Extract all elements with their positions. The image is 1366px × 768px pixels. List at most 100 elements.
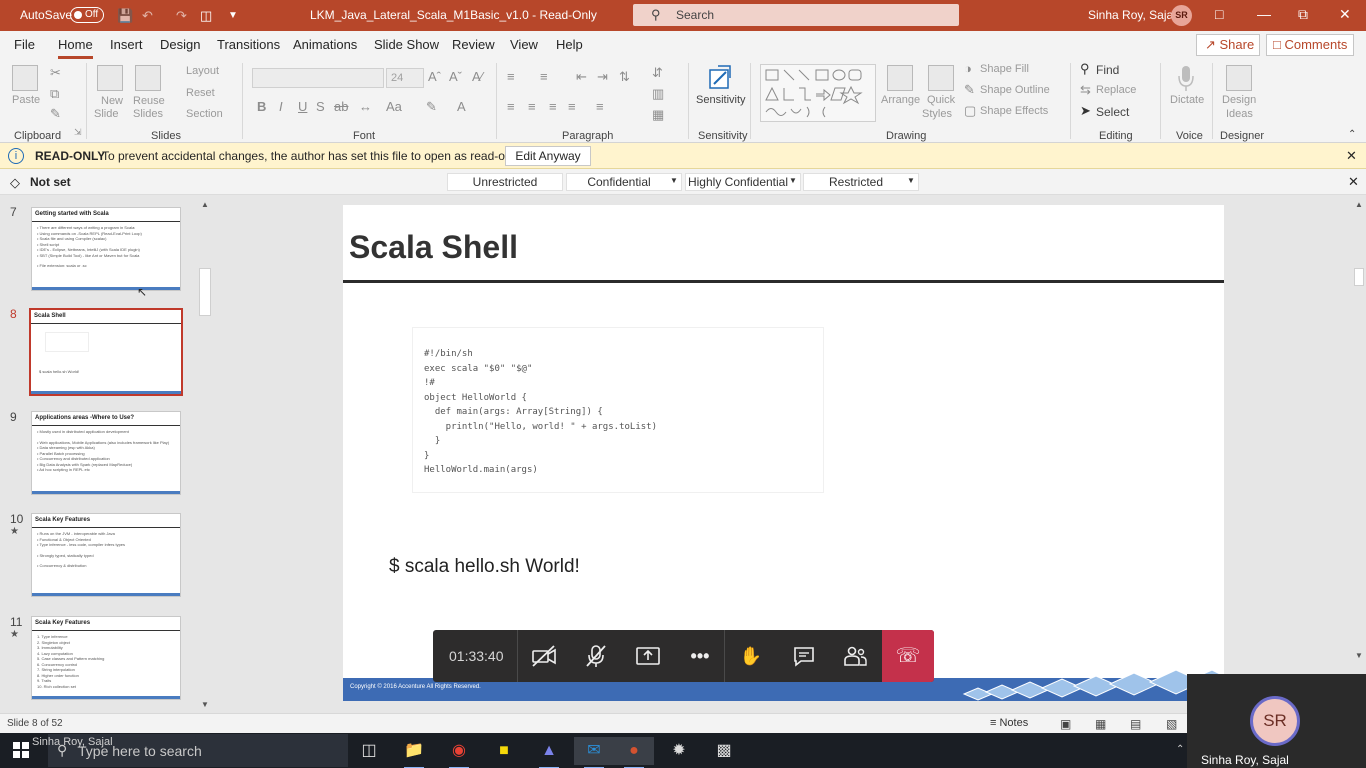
sensitivity-icon[interactable] xyxy=(708,64,732,90)
chrome-icon[interactable]: ◉ xyxy=(439,737,479,768)
close-icon[interactable]: ✕ xyxy=(1339,6,1351,23)
line-spacing-icon[interactable]: ⇅ xyxy=(619,69,630,85)
restore-icon[interactable]: ⧉ xyxy=(1298,6,1308,23)
collapse-ribbon-icon[interactable]: ⌃ xyxy=(1348,129,1356,140)
shapes-gallery[interactable] xyxy=(760,64,876,122)
tab-design[interactable]: Design xyxy=(160,37,200,52)
task-view-icon[interactable]: ◫ xyxy=(349,737,389,765)
slide-thumbnail-11[interactable]: Scala Key Features 1. Type inference 2. … xyxy=(31,616,181,700)
shape-outline-button[interactable]: Shape Outline xyxy=(980,84,1050,96)
close-icon[interactable]: ✕ xyxy=(1348,174,1359,190)
new-slide-label-2[interactable]: Slide xyxy=(94,108,118,120)
user-avatar[interactable]: SR xyxy=(1171,5,1192,26)
new-slide-label[interactable]: New xyxy=(101,95,123,107)
align-text-icon[interactable]: ▥ xyxy=(652,86,664,102)
paste-button[interactable]: Paste xyxy=(12,94,40,106)
customize-toolbar-icon[interactable]: ▼ xyxy=(228,10,238,21)
tab-slide-show[interactable]: Slide Show xyxy=(374,37,439,52)
slide-canvas[interactable]: Scala Shell #!/bin/sh exec scala "$0" "$… xyxy=(343,205,1224,701)
slide-thumbnail-9[interactable]: Applications areas -Where to Use? • Most… xyxy=(31,411,181,495)
scrollbar-thumb[interactable] xyxy=(199,268,211,316)
sensitivity-button[interactable]: Sensitivity xyxy=(696,94,746,106)
clipboard-launcher-icon[interactable]: ⇲ xyxy=(74,127,82,138)
underline-icon[interactable]: U xyxy=(298,99,307,114)
tab-animations[interactable]: Animations xyxy=(293,37,357,52)
sensitivity-highly-confidential[interactable]: Highly Confidential xyxy=(685,173,801,191)
comments-button[interactable]: □ Comments xyxy=(1266,34,1354,56)
font-size-field[interactable]: 24 xyxy=(386,68,424,88)
shadow-icon[interactable]: S xyxy=(316,99,325,114)
microphone-icon[interactable] xyxy=(1176,64,1196,92)
slide-thumbnail-7[interactable]: Getting started with Scala • There are d… xyxy=(31,207,181,291)
align-left-icon[interactable]: ≡ xyxy=(507,99,515,114)
bullets-icon[interactable]: ≡ xyxy=(507,69,515,84)
quick-styles-label[interactable]: Quick xyxy=(927,94,955,106)
smartart-icon[interactable]: ▦ xyxy=(652,107,664,123)
tab-help[interactable]: Help xyxy=(556,37,583,52)
paste-icon[interactable] xyxy=(12,65,38,91)
cut-icon[interactable]: ✂ xyxy=(50,65,61,81)
self-video-tile[interactable]: SR Sinha Roy, Sajal xyxy=(1187,674,1366,768)
quick-styles-icon[interactable] xyxy=(928,65,954,91)
shape-fill-button[interactable]: Shape Fill xyxy=(980,63,1029,75)
increase-font-icon[interactable]: Aˆ xyxy=(428,69,441,84)
slide-sorter-icon[interactable]: ▦ xyxy=(1095,717,1106,731)
change-case-icon[interactable]: Aa xyxy=(386,99,402,114)
scrollbar-thumb[interactable] xyxy=(1354,268,1364,286)
align-right-icon[interactable]: ≡ xyxy=(549,99,557,114)
decrease-font-icon[interactable]: Aˇ xyxy=(449,69,462,84)
increase-indent-icon[interactable]: ⇥ xyxy=(597,69,608,85)
tab-transitions[interactable]: Transitions xyxy=(217,37,280,52)
clear-formatting-icon[interactable]: A⁄ xyxy=(472,69,483,84)
sensitivity-unrestricted[interactable]: Unrestricted xyxy=(447,173,563,191)
design-ideas-label[interactable]: Design xyxy=(1222,94,1256,106)
quick-styles-label-2[interactable]: Styles xyxy=(922,108,952,120)
hang-up-button[interactable]: ☏ xyxy=(882,630,934,682)
new-slide-icon[interactable] xyxy=(97,65,123,91)
share-screen-icon[interactable] xyxy=(634,643,662,669)
chat-icon[interactable] xyxy=(790,643,818,669)
section-button[interactable]: Section xyxy=(186,108,223,120)
save-icon[interactable]: 💾 xyxy=(117,8,133,24)
numbering-icon[interactable]: ≡ xyxy=(540,69,548,84)
scroll-up-icon[interactable]: ▲ xyxy=(1355,200,1363,209)
sticky-notes-icon[interactable]: ■ xyxy=(484,737,524,765)
snipping-tool-icon[interactable]: ✹ xyxy=(659,737,699,765)
reuse-slides-label-2[interactable]: Slides xyxy=(133,108,163,120)
more-options-icon[interactable]: ••• xyxy=(686,643,714,669)
ribbon-display-icon[interactable]: □ xyxy=(1215,6,1223,22)
columns-icon[interactable]: ≡ xyxy=(596,99,604,114)
decrease-indent-icon[interactable]: ⇤ xyxy=(576,69,587,85)
slide-thumbnail-10[interactable]: Scala Key Features • Runs on the JVM - i… xyxy=(31,513,181,597)
justify-icon[interactable]: ≡ xyxy=(568,99,576,114)
tray-chevron-icon[interactable]: ⌃ xyxy=(1176,744,1184,755)
tab-insert[interactable]: Insert xyxy=(110,37,143,52)
file-explorer-icon[interactable]: 📁 xyxy=(394,737,434,768)
participants-icon[interactable] xyxy=(841,643,869,669)
find-button[interactable]: Find xyxy=(1096,63,1119,77)
share-button[interactable]: ↗ Share xyxy=(1196,34,1260,56)
code-block[interactable]: #!/bin/sh exec scala "$0" "$@" !# object… xyxy=(412,327,824,493)
reset-button[interactable]: Reset xyxy=(186,87,215,99)
replace-button[interactable]: Replace xyxy=(1096,84,1136,96)
arrange-button[interactable]: Arrange xyxy=(881,94,920,106)
raise-hand-icon[interactable]: ✋ xyxy=(737,643,765,669)
normal-view-icon[interactable]: ▣ xyxy=(1060,717,1071,731)
edit-anyway-button[interactable]: Edit Anyway xyxy=(505,146,591,166)
windows-start-icon[interactable] xyxy=(13,742,29,758)
scroll-down-icon[interactable]: ▼ xyxy=(201,700,209,709)
slide-thumbnail-8[interactable]: Scala Shell $ scala hello.sh World! xyxy=(29,308,183,396)
font-color-icon[interactable]: A xyxy=(457,99,466,114)
reuse-slides-label[interactable]: Reuse xyxy=(133,95,165,107)
present-icon[interactable]: ◫ xyxy=(200,8,212,24)
camera-off-icon[interactable] xyxy=(530,643,558,669)
strikethrough-icon[interactable]: ab xyxy=(334,99,348,114)
reading-view-icon[interactable]: ▤ xyxy=(1130,717,1141,731)
sensitivity-confidential[interactable]: Confidential xyxy=(566,173,682,191)
sensitivity-restricted[interactable]: Restricted xyxy=(803,173,919,191)
close-icon[interactable]: ✕ xyxy=(1346,148,1357,164)
teams-icon[interactable]: ▲ xyxy=(529,737,569,768)
scroll-up-icon[interactable]: ▲ xyxy=(201,200,209,209)
tab-view[interactable]: View xyxy=(510,37,538,52)
font-name-field[interactable] xyxy=(252,68,384,88)
